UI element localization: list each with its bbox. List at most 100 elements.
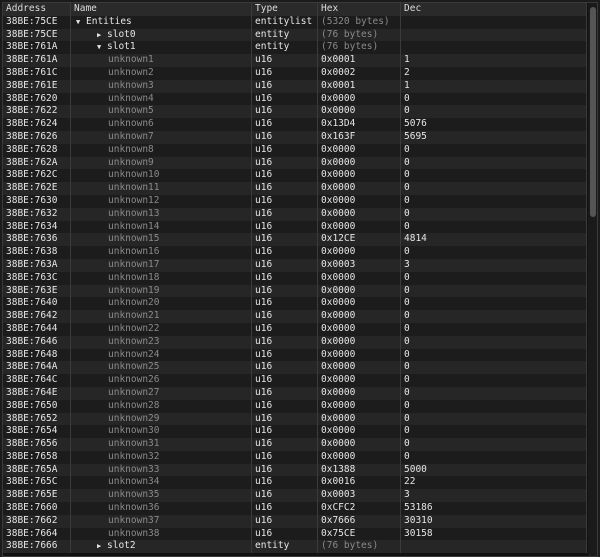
hex-cell: 0x0000 [318,92,401,106]
table-row[interactable]: 38BE:7636 unknown15 u16 0x12CE 4814 [3,233,587,247]
table-row[interactable]: 38BE:7658 unknown32 u16 0x0000 0 [3,450,587,464]
hex-cell: 0x0000 [318,386,401,400]
table-row[interactable]: 38BE:7660 unknown36 u16 0xCFC2 53186 [3,502,587,515]
table-row[interactable]: 38BE:765A unknown33 u16 0x1388 5000 [3,463,587,477]
table-row[interactable]: 38BE:7644 unknown22 u16 0x0000 0 [3,322,587,336]
table-row[interactable]: 38BE:761E unknown3 u16 0x0001 1 [3,79,587,93]
table-row[interactable]: 38BE:7630 unknown12 u16 0x0000 0 [3,194,587,208]
table-row[interactable]: 38BE:7664 unknown38 u16 0x75CE 30158 [3,527,587,541]
address-cell: 38BE:765C [3,476,71,490]
table-row[interactable]: 38BE:7666 ▶ slot2 entity (76 bytes) [3,540,587,554]
type-cell: entitylist [252,15,318,29]
hex-cell: 0x0001 [318,54,401,67]
address-cell: 38BE:7654 [3,425,71,439]
table-row[interactable]: 38BE:7632 unknown13 u16 0x0000 0 [3,207,587,221]
header-type[interactable]: Type [252,3,318,16]
table-row[interactable]: 38BE:75CE ▶ slot0 entity (76 bytes) [3,28,587,42]
table-row[interactable]: 38BE:764E unknown27 u16 0x0000 0 [3,386,587,400]
vertical-scrollbar[interactable] [588,3,597,556]
expanded-triangle-icon[interactable]: ▼ [76,16,86,29]
name-cell: unknown10 [71,169,252,183]
table-row[interactable]: 38BE:763A unknown17 u16 0x0003 3 [3,258,587,272]
table-row[interactable]: 38BE:763C unknown18 u16 0x0000 0 [3,271,587,285]
address-cell: 38BE:765A [3,463,71,477]
field-name: unknown18 [108,271,160,283]
collapsed-triangle-icon[interactable]: ▶ [97,540,107,553]
table-row[interactable]: 38BE:7648 unknown24 u16 0x0000 0 [3,348,587,362]
field-name: unknown28 [108,399,160,411]
table-row[interactable]: 38BE:764C unknown26 u16 0x0000 0 [3,374,587,387]
scrollbar-thumb[interactable] [590,7,596,217]
address-cell: 38BE:7664 [3,527,71,541]
field-name: unknown16 [108,246,160,258]
address-cell: 38BE:763E [3,284,71,298]
dec-cell: 0 [401,438,587,451]
field-name: Entities [86,15,132,27]
dec-cell: 4814 [401,233,587,247]
hex-cell: 0x0000 [318,348,401,362]
name-cell: unknown37 [71,514,252,528]
dec-cell: 0 [401,310,587,323]
dec-cell: 0 [401,182,587,195]
table-row[interactable]: 38BE:765C unknown34 u16 0x0016 22 [3,476,587,490]
type-cell: u16 [252,502,318,515]
table-row[interactable]: 38BE:7640 unknown20 u16 0x0000 0 [3,297,587,311]
name-cell: ▶ slot0 [71,28,252,42]
address-cell: 38BE:75CE [3,28,71,42]
address-cell: 38BE:763C [3,271,71,285]
header-dec[interactable]: Dec [401,3,587,16]
table-row[interactable]: 38BE:761C unknown2 u16 0x0002 2 [3,66,587,80]
table-row[interactable]: 38BE:7662 unknown37 u16 0x7666 30310 [3,514,587,528]
type-cell: u16 [252,527,318,541]
table-row[interactable]: 38BE:764A unknown25 u16 0x0000 0 [3,361,587,375]
dec-cell: 0 [401,271,587,285]
field-name: slot2 [107,540,136,552]
hex-cell: 0x0000 [318,105,401,119]
table-row[interactable]: 38BE:7624 unknown6 u16 0x13D4 5076 [3,118,587,131]
table-row[interactable]: 38BE:765E unknown35 u16 0x0003 3 [3,489,587,503]
header-address[interactable]: Address [3,3,71,16]
table-row[interactable]: 38BE:762A unknown9 u16 0x0000 0 [3,156,587,170]
address-cell: 38BE:7636 [3,233,71,247]
name-cell: unknown7 [71,130,252,144]
name-cell: unknown18 [71,271,252,285]
field-name: unknown24 [108,348,160,360]
address-cell: 38BE:764A [3,361,71,375]
collapsed-triangle-icon[interactable]: ▶ [97,29,107,42]
header-name[interactable]: Name [71,3,252,16]
table-row[interactable]: 38BE:7628 unknown8 u16 0x0000 0 [3,143,587,157]
table-row[interactable]: 38BE:7638 unknown16 u16 0x0000 0 [3,246,587,259]
table-row[interactable]: 38BE:7642 unknown21 u16 0x0000 0 [3,310,587,323]
table-row[interactable]: 38BE:75CE ▼ Entities entitylist (5320 bytes) [3,15,587,29]
header-hex[interactable]: Hex [318,3,401,16]
table-row[interactable]: 38BE:7634 unknown14 u16 0x0000 0 [3,220,587,234]
table-row[interactable]: 38BE:7622 unknown5 u16 0x0000 0 [3,105,587,119]
table-row[interactable]: 38BE:7626 unknown7 u16 0x163F 5695 [3,130,587,144]
table-row[interactable]: 38BE:762C unknown10 u16 0x0000 0 [3,169,587,183]
table-row[interactable]: 38BE:762E unknown11 u16 0x0000 0 [3,182,587,195]
name-cell: unknown1 [71,54,252,67]
expanded-triangle-icon[interactable]: ▼ [97,41,107,54]
table-row[interactable]: 38BE:7656 unknown31 u16 0x0000 0 [3,438,587,451]
name-cell: unknown9 [71,156,252,170]
name-cell: unknown17 [71,258,252,272]
table-row[interactable]: 38BE:761A unknown1 u16 0x0001 1 [3,54,587,67]
address-cell: 38BE:7650 [3,399,71,413]
field-name: unknown6 [108,118,154,130]
field-name: unknown14 [108,220,160,232]
name-cell: unknown11 [71,182,252,195]
dec-cell: 0 [401,220,587,234]
table-row[interactable]: 38BE:7652 unknown29 u16 0x0000 0 [3,412,587,426]
name-cell: unknown22 [71,322,252,336]
field-name: unknown22 [108,322,160,334]
table-row[interactable]: 38BE:7654 unknown30 u16 0x0000 0 [3,425,587,439]
field-name: unknown31 [108,438,160,450]
field-name: unknown1 [108,54,154,66]
table-row[interactable]: 38BE:761A ▼ slot1 entity (76 bytes) [3,41,587,55]
table-row[interactable]: 38BE:7646 unknown23 u16 0x0000 0 [3,335,587,349]
table-row[interactable]: 38BE:7650 unknown28 u16 0x0000 0 [3,399,587,413]
hex-cell: 0x0001 [318,79,401,93]
dec-cell: 30310 [401,514,587,528]
table-row[interactable]: 38BE:7620 unknown4 u16 0x0000 0 [3,92,587,106]
table-row[interactable]: 38BE:763E unknown19 u16 0x0000 0 [3,284,587,298]
